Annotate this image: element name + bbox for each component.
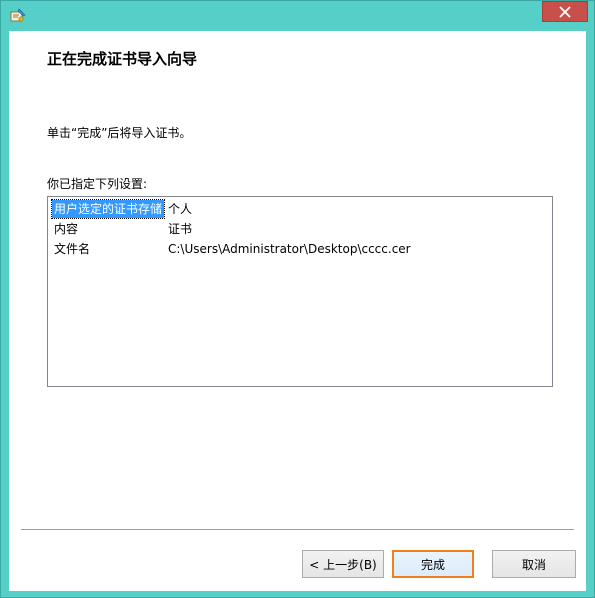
settings-label: 你已指定下列设置: — [47, 177, 148, 191]
setting-key: 内容 — [54, 222, 79, 236]
setting-value: 证书 — [168, 222, 193, 236]
list-item[interactable]: 内容 证书 — [52, 220, 548, 238]
instruction-text: 单击“完成”后将导入证书。 — [47, 126, 192, 140]
list-item[interactable]: 文件名 C:\Users\Administrator\Desktop\cccc.… — [52, 240, 548, 258]
setting-key: 文件名 — [54, 242, 91, 256]
wizard-content: 正在完成证书导入向导 单击“完成”后将导入证书。 你已指定下列设置: 用户选定的… — [9, 31, 586, 591]
setting-value: 个人 — [168, 202, 193, 216]
close-button[interactable] — [542, 1, 588, 22]
settings-list[interactable]: 用户选定的证书存储 个人 内容 证书 文件名 C:\Users\Administ… — [47, 196, 553, 387]
wizard-window: 正在完成证书导入向导 单击“完成”后将导入证书。 你已指定下列设置: 用户选定的… — [0, 0, 595, 598]
certificate-wizard-icon — [10, 8, 26, 24]
list-item[interactable]: 用户选定的证书存储 个人 — [50, 199, 548, 219]
finish-button[interactable]: 完成 — [392, 550, 474, 578]
footer-divider — [21, 529, 574, 531]
setting-value: C:\Users\Administrator\Desktop\cccc.cer — [168, 242, 411, 256]
close-icon — [559, 5, 571, 18]
title-bar[interactable] — [1, 1, 594, 31]
page-title: 正在完成证书导入向导 — [47, 50, 198, 68]
setting-key: 用户选定的证书存储 — [50, 199, 166, 219]
cancel-button[interactable]: 取消 — [492, 550, 576, 578]
back-button[interactable]: < 上一步(B) — [302, 550, 384, 578]
